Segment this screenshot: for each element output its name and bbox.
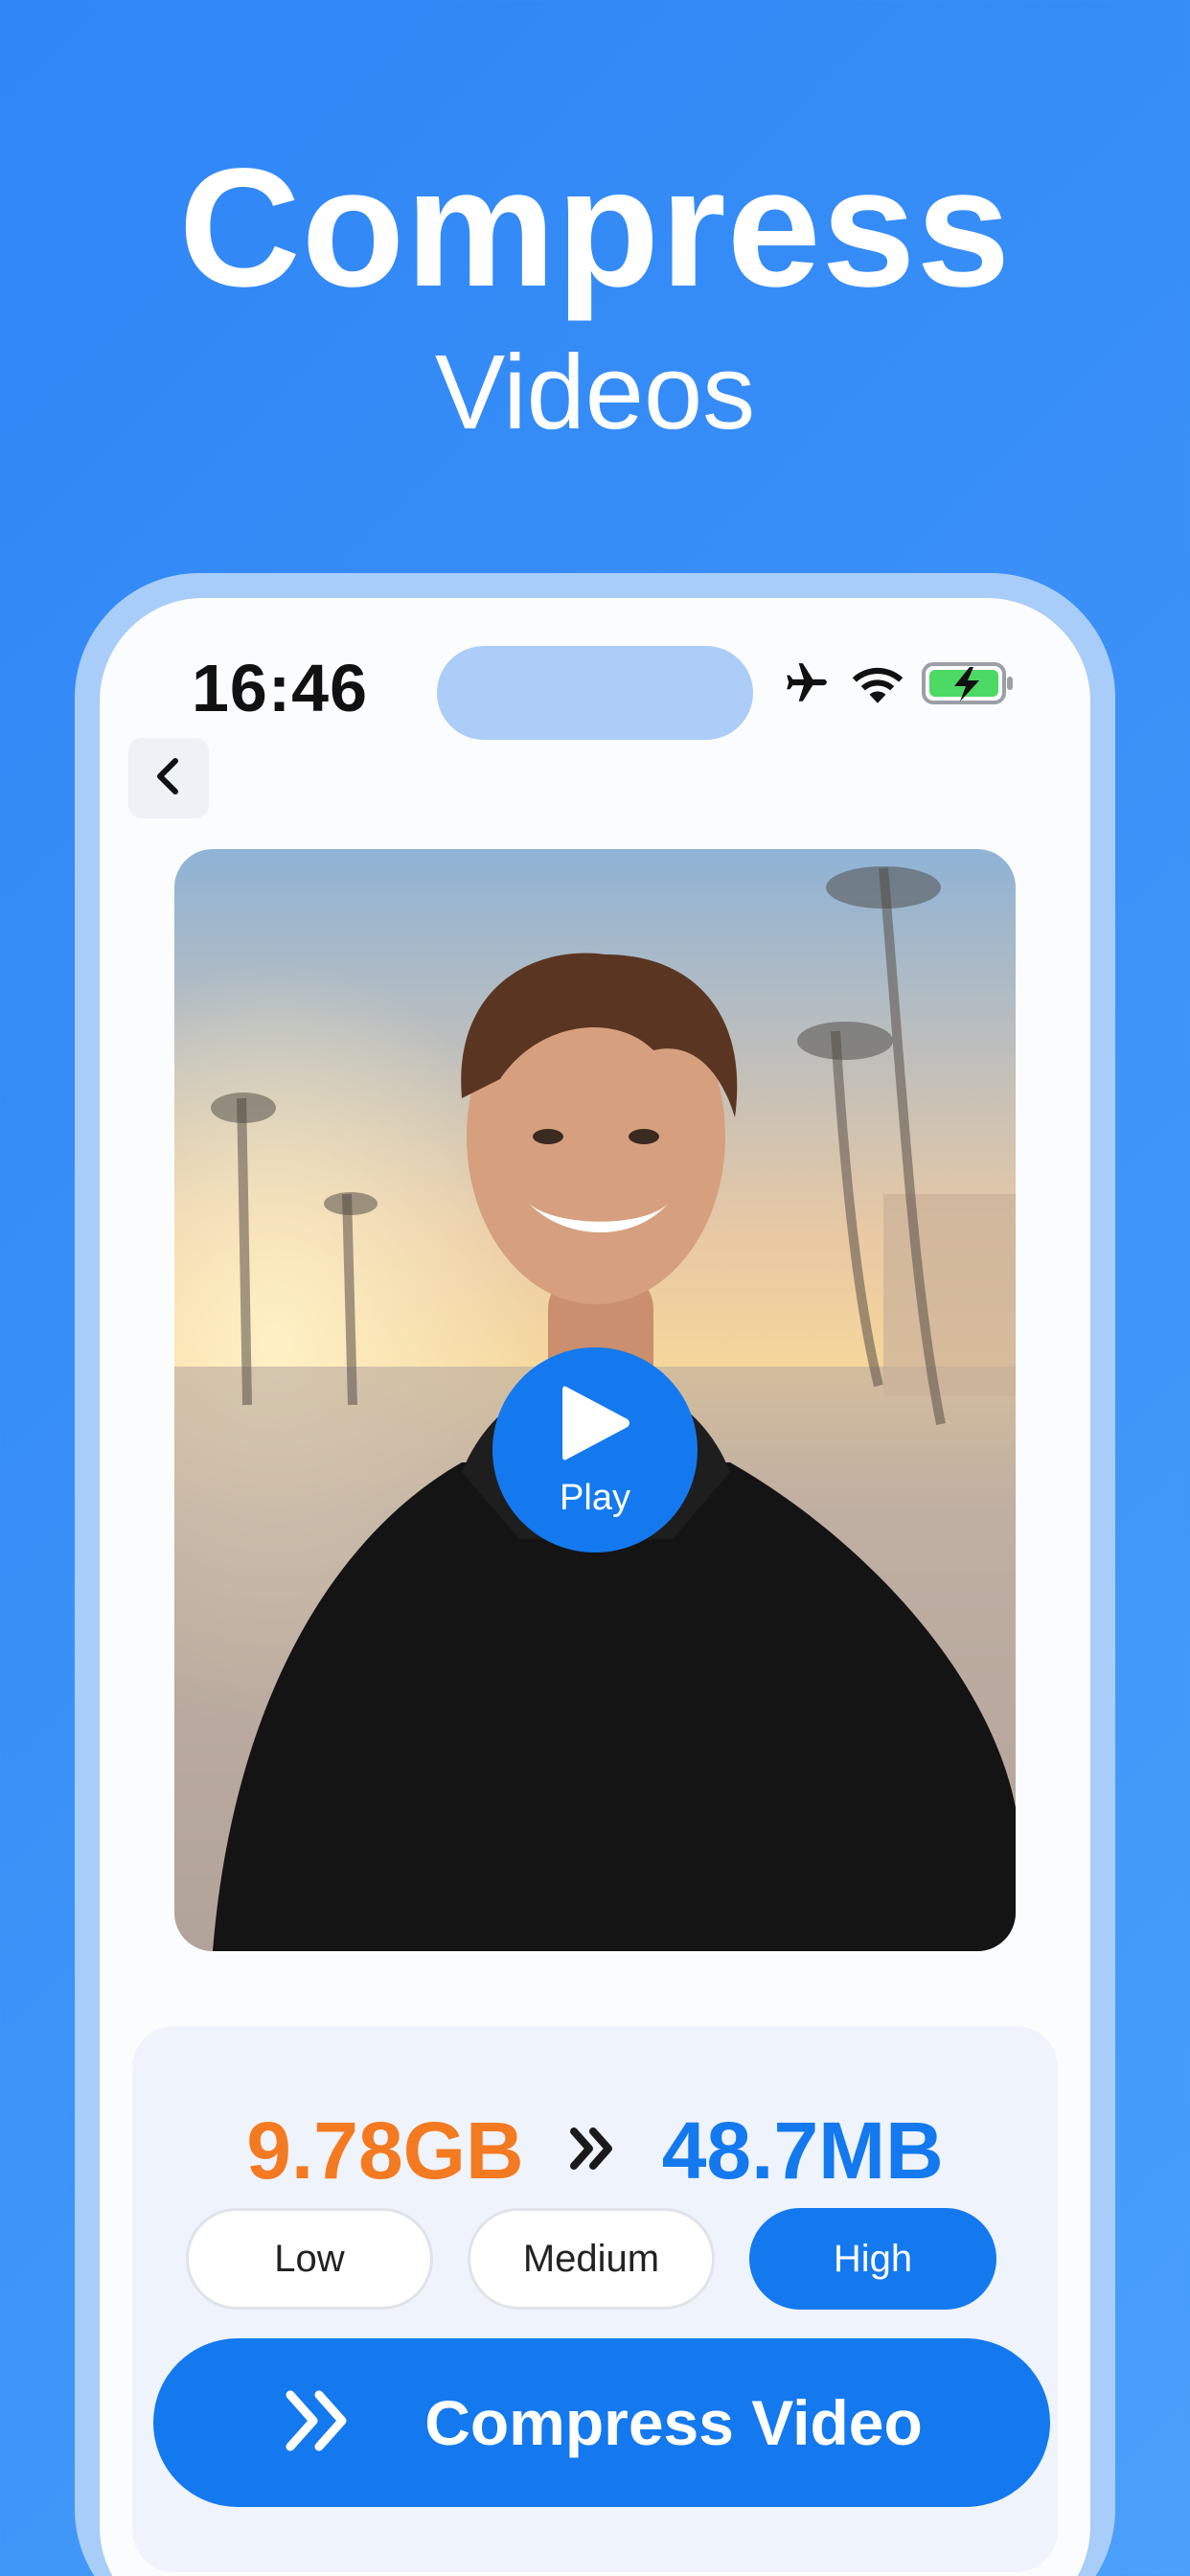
play-icon <box>557 1381 633 1470</box>
back-button[interactable] <box>128 738 209 818</box>
quality-high-button[interactable]: High <box>749 2208 996 2310</box>
chevron-left-icon <box>152 757 185 800</box>
wifi-icon <box>851 661 904 710</box>
hero-title: Compress <box>178 134 1012 322</box>
battery-charging-icon <box>922 659 1016 712</box>
status-icons <box>780 652 1016 719</box>
quality-medium-button[interactable]: Medium <box>468 2208 715 2310</box>
compress-video-button[interactable]: Compress Video <box>153 2338 1050 2507</box>
double-chevron-right-icon <box>566 2122 620 2180</box>
airplane-icon <box>780 659 834 712</box>
play-button[interactable]: Play <box>492 1347 698 1552</box>
hero-subtitle: Videos <box>434 334 756 451</box>
compression-panel: 9.78GB 48.7MB Low Medium High Compress V… <box>132 2026 1058 2572</box>
size-comparison: 9.78GB 48.7MB <box>132 2104 1058 2197</box>
play-label: Play <box>560 1478 630 1518</box>
compress-video-label: Compress Video <box>424 2387 923 2458</box>
status-time: 16:46 <box>192 651 369 725</box>
dynamic-island <box>437 646 753 740</box>
double-chevron-right-icon <box>281 2387 357 2459</box>
compressed-size: 48.7MB <box>661 2105 944 2196</box>
quality-low-button[interactable]: Low <box>186 2208 433 2310</box>
quality-selector: Low Medium High <box>186 2208 996 2310</box>
original-size: 9.78GB <box>246 2105 524 2196</box>
phone-screen: 16:46 Play 9.78GB 48.7MB Low Medium High… <box>100 598 1090 2576</box>
